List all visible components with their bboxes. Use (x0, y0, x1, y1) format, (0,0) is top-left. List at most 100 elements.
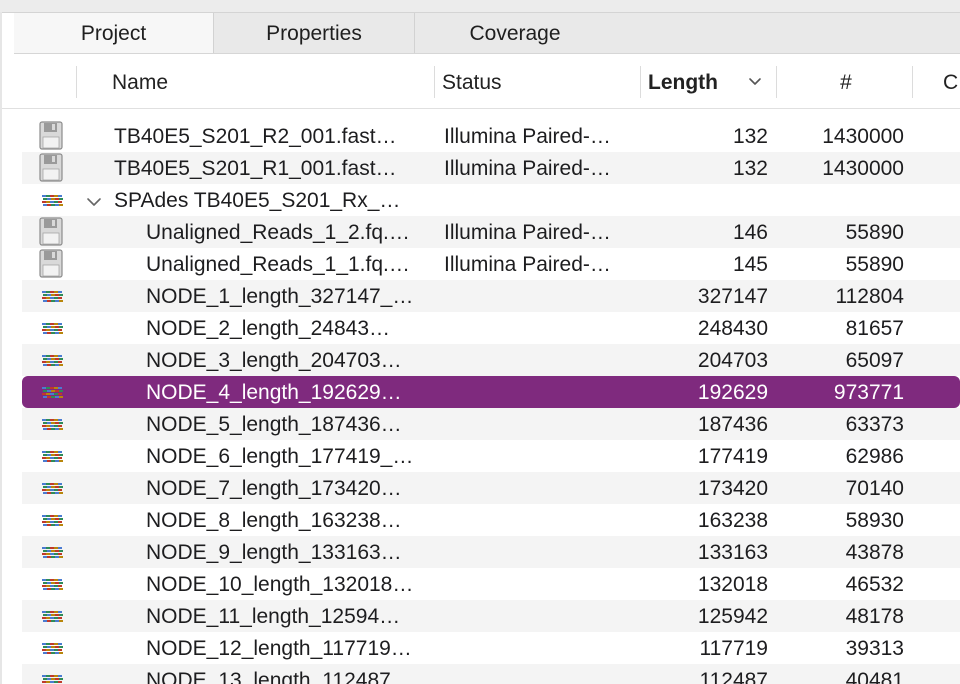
sequence-icon (30, 408, 70, 440)
row-length: 145 (732, 253, 768, 276)
row-count: 81657 (845, 317, 904, 340)
row-status (444, 536, 639, 568)
row-status (444, 184, 639, 216)
row-status (444, 408, 639, 440)
tab-bar: Project Properties Coverage (14, 13, 960, 54)
table-row[interactable]: TB40E5_S201_R2_001.fast… Illumina Paired-… (22, 120, 960, 152)
row-status: Illumina Paired-… (444, 157, 611, 180)
row-count: 62986 (845, 445, 904, 468)
table-row-selected[interactable]: NODE_4_length_192629… 192629 973771 (22, 376, 960, 408)
table-row[interactable]: NODE_5_length_187436… 187436 63373 (22, 408, 960, 440)
row-status (444, 472, 639, 504)
table-row[interactable]: TB40E5_S201_R1_001.fast… Illumina Paired-… (22, 152, 960, 184)
column-header-count[interactable]: # (778, 56, 914, 108)
sequence-icon (30, 184, 70, 216)
column-header-c[interactable]: C (943, 56, 960, 108)
row-count: 39313 (845, 637, 904, 660)
sequence-icon (30, 344, 70, 376)
row-name: NODE_1_length_327147_… (146, 285, 414, 308)
column-header-name[interactable]: Name (112, 56, 432, 108)
column-header-length[interactable]: Length (648, 56, 738, 108)
table-row[interactable]: NODE_11_length_12594… 125942 48178 (22, 600, 960, 632)
row-count: 65097 (845, 349, 904, 372)
disk-icon (30, 216, 70, 248)
row-status: Illumina Paired-… (444, 221, 611, 244)
table-row[interactable]: NODE_6_length_177419_… 177419 62986 (22, 440, 960, 472)
row-count: 43878 (845, 541, 904, 564)
chevron-down-icon[interactable] (747, 73, 763, 89)
row-name: NODE_7_length_173420… (146, 477, 402, 500)
row-status (444, 440, 639, 472)
sequence-icon (30, 600, 70, 632)
column-header-status[interactable]: Status (442, 56, 637, 108)
row-length: 132018 (697, 573, 768, 596)
disclosure-chevron-down-icon[interactable] (86, 192, 102, 208)
table-row[interactable]: NODE_1_length_327147_… 327147 112804 (22, 280, 960, 312)
table-row[interactable]: NODE_12_length_117719… 117719 39313 (22, 632, 960, 664)
column-separator[interactable] (912, 66, 913, 98)
sequence-icon (30, 504, 70, 536)
row-name: NODE_13_length_112487… (146, 669, 412, 684)
tab-coverage[interactable]: Coverage (415, 13, 615, 53)
sequence-icon (30, 536, 70, 568)
row-status (444, 568, 639, 600)
row-count: 63373 (845, 413, 904, 436)
row-length: 132 (732, 125, 768, 148)
row-count: 112804 (835, 285, 904, 308)
table-row[interactable]: NODE_13_length_112487… 112487 40481 (22, 664, 960, 684)
row-length: 112487 (699, 669, 768, 684)
row-name: NODE_6_length_177419_… (146, 445, 414, 468)
row-status: Illumina Paired-… (444, 125, 611, 148)
row-status (444, 280, 639, 312)
table-row[interactable]: NODE_10_length_132018… 132018 46532 (22, 568, 960, 600)
row-name: Unaligned_Reads_1_2.fq.… (146, 221, 410, 244)
row-count: 55890 (845, 221, 904, 244)
row-status (444, 504, 639, 536)
table-row[interactable]: NODE_2_length_24843… 248430 81657 (22, 312, 960, 344)
row-status (444, 664, 639, 684)
row-length: 177419 (697, 445, 768, 468)
row-name: TB40E5_S201_R2_001.fast… (114, 125, 397, 148)
row-count: 40481 (845, 669, 904, 684)
row-count: 48178 (845, 605, 904, 628)
row-name: NODE_12_length_117719… (146, 637, 412, 660)
row-count: 55890 (845, 253, 904, 276)
row-length: 173420 (697, 477, 768, 500)
column-separator[interactable] (776, 66, 777, 98)
table-row[interactable]: NODE_7_length_173420… 173420 70140 (22, 472, 960, 504)
table-row[interactable]: SPAdes TB40E5_S201_Rx_… (22, 184, 960, 216)
row-status: Illumina Paired-… (444, 253, 611, 276)
row-name: NODE_5_length_187436… (146, 413, 402, 436)
row-count: 1430000 (822, 157, 904, 180)
table-row[interactable]: Unaligned_Reads_1_1.fq.… Illumina Paired-… (22, 248, 960, 280)
sequence-icon (30, 312, 70, 344)
row-count: 58930 (845, 509, 904, 532)
column-separator[interactable] (434, 66, 435, 98)
row-length (642, 184, 768, 216)
sequence-icon (30, 376, 70, 408)
sequence-icon (30, 632, 70, 664)
table-row[interactable]: NODE_8_length_163238… 163238 58930 (22, 504, 960, 536)
disk-icon (30, 248, 70, 280)
row-length: 248430 (697, 317, 768, 340)
row-length: 117719 (699, 637, 768, 660)
sequence-icon (30, 440, 70, 472)
sequence-icon (30, 280, 70, 312)
row-count: 1430000 (822, 125, 904, 148)
row-count: 46532 (845, 573, 904, 596)
row-status (444, 312, 639, 344)
row-name: TB40E5_S201_R1_001.fast… (114, 157, 397, 180)
column-separator[interactable] (76, 66, 77, 98)
table-row[interactable]: NODE_3_length_204703… 204703 65097 (22, 344, 960, 376)
row-length: 133163 (697, 541, 768, 564)
column-separator[interactable] (640, 66, 641, 98)
tab-project[interactable]: Project (14, 13, 213, 53)
row-name: SPAdes TB40E5_S201_Rx_… (114, 189, 401, 212)
tab-properties[interactable]: Properties (214, 13, 414, 53)
table-row[interactable]: NODE_9_length_133163… 133163 43878 (22, 536, 960, 568)
table-row[interactable]: Unaligned_Reads_1_2.fq.… Illumina Paired-… (22, 216, 960, 248)
row-name: NODE_9_length_133163… (146, 541, 402, 564)
sequence-icon (30, 664, 70, 684)
row-length: 327147 (697, 285, 768, 308)
row-length: 204703 (697, 349, 768, 372)
